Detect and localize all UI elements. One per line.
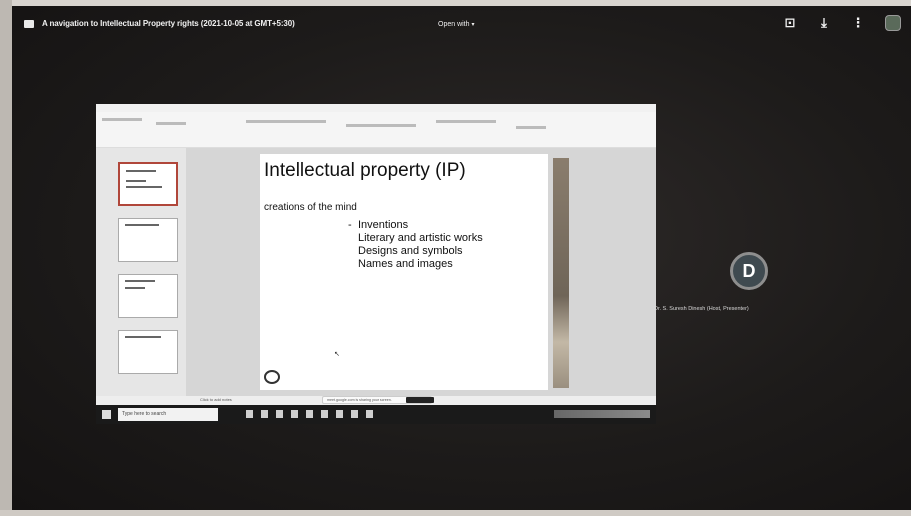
ribbon-group: [246, 120, 326, 123]
viewer-screen: A navigation to Intellectual Property ri…: [12, 6, 911, 512]
thumb-text: [126, 180, 146, 182]
slide-thumbnail[interactable]: [118, 218, 178, 262]
photo-border-left: [0, 0, 12, 516]
system-tray: [554, 410, 650, 418]
file-title: A navigation to Intellectual Property ri…: [42, 19, 295, 28]
search-placeholder: Type here to search: [122, 411, 167, 417]
ribbon-group: [156, 122, 186, 125]
app-icon[interactable]: [291, 410, 298, 418]
app-icon[interactable]: [276, 410, 283, 418]
bullet-item: Literary and artistic works: [358, 232, 483, 245]
windows-start-icon[interactable]: [102, 410, 111, 419]
app-icon[interactable]: [261, 410, 268, 418]
taskbar-apps: [246, 410, 373, 418]
slide-subtitle: creations of the mind: [264, 202, 357, 213]
ppt-ribbon: [96, 112, 656, 148]
chevron-down-icon: ▾: [471, 22, 475, 28]
ribbon-group: [102, 118, 142, 121]
shared-screen: Intellectual property (IP) creations of …: [96, 104, 656, 424]
bullet-text: Inventions: [358, 219, 409, 231]
slide-bullet-list: - Inventions Literary and artistic works …: [348, 219, 483, 271]
ppt-status-bar: Click to add notes meet.google.com is sh…: [96, 396, 656, 405]
app-icon[interactable]: [336, 410, 343, 418]
thumb-text: [125, 336, 161, 338]
side-image-strip: [553, 158, 569, 388]
app-icon[interactable]: [351, 410, 358, 418]
participant-name: Dr. S. Suresh Dinesh (Host, Presenter): [654, 306, 749, 312]
notes-placeholder: Click to add notes: [200, 397, 232, 402]
participant-avatar: D: [730, 252, 768, 290]
app-icon[interactable]: [366, 410, 373, 418]
share-text: meet.google.com is sharing your screen.: [327, 398, 392, 402]
slide-thumbnails: [96, 148, 186, 396]
account-avatar[interactable]: [885, 15, 901, 31]
ribbon-group: [516, 126, 546, 129]
participant-initial: D: [742, 260, 756, 281]
ppt-title-bar: [96, 104, 656, 112]
logo-icon: [264, 370, 280, 384]
task-view-icon[interactable]: [246, 410, 253, 418]
mouse-cursor-icon: ↖: [334, 351, 340, 358]
windows-taskbar: Type here to search: [96, 405, 656, 424]
open-with-label: Open with: [438, 21, 470, 28]
comment-icon[interactable]: ⊡: [783, 16, 797, 30]
current-slide: Intellectual property (IP) creations of …: [260, 154, 548, 390]
taskbar-search-input[interactable]: Type here to search: [118, 408, 218, 421]
ribbon-group: [346, 124, 416, 127]
open-with-button[interactable]: Open with ▾: [438, 21, 475, 28]
slide-thumbnail[interactable]: [118, 274, 178, 318]
bullet-item: Names and images: [358, 258, 483, 271]
bullet-item: Designs and symbols: [358, 245, 483, 258]
file-type-icon: [24, 20, 34, 28]
thumb-text: [125, 224, 159, 226]
bullet-text: Literary and artistic works: [358, 232, 483, 244]
bullet-text: Designs and symbols: [358, 245, 463, 257]
slide-title: Intellectual property (IP): [264, 160, 466, 181]
bullet-item: - Inventions: [348, 219, 483, 232]
thumb-text: [125, 280, 155, 282]
photo-border-bottom: [0, 510, 911, 516]
stop-sharing-button[interactable]: [406, 397, 434, 403]
slide-thumbnail[interactable]: [118, 162, 178, 206]
dash-icon: -: [348, 219, 352, 231]
thumb-text: [125, 287, 145, 289]
thumb-text: [126, 186, 162, 188]
viewer-actions: ⊡ ⤓ ⋮: [783, 15, 901, 31]
app-icon[interactable]: [321, 410, 328, 418]
more-icon[interactable]: ⋮: [851, 16, 865, 30]
bullet-text: Names and images: [358, 258, 453, 270]
viewer-top-bar: A navigation to Intellectual Property ri…: [12, 6, 911, 42]
app-icon[interactable]: [306, 410, 313, 418]
slide-thumbnail[interactable]: [118, 330, 178, 374]
thumb-text: [126, 170, 156, 172]
download-icon[interactable]: ⤓: [817, 16, 831, 30]
ribbon-group: [436, 120, 496, 123]
